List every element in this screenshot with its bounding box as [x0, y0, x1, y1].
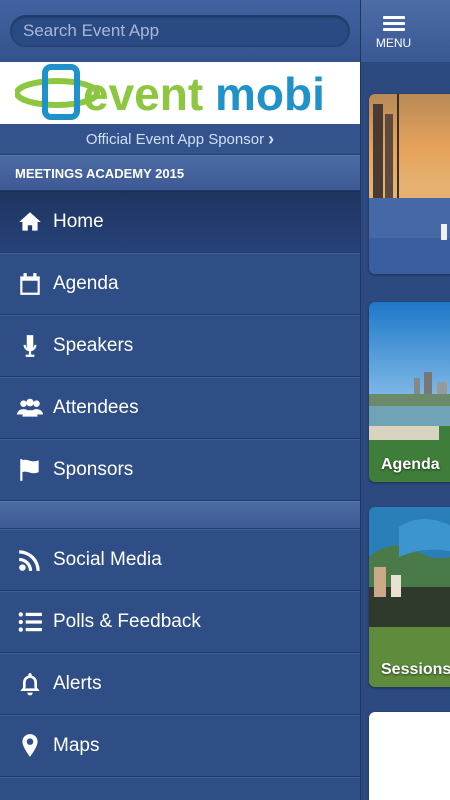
home-icon — [15, 207, 45, 237]
eventmobi-logo: event mobi — [15, 63, 345, 123]
nav-label-home: Home — [53, 211, 104, 232]
nav-item-sponsors[interactable]: Sponsors — [0, 439, 360, 501]
bell-icon — [15, 669, 45, 699]
search-input[interactable] — [10, 15, 350, 47]
sidebar-menu: event mobi Official Event App Sponsor › … — [0, 0, 361, 800]
nav-item-maps[interactable]: Maps — [0, 715, 360, 777]
nav-label-polls-feedback: Polls & Feedback — [53, 611, 201, 632]
nav-item-alerts[interactable]: Alerts — [0, 653, 360, 715]
eventmobi-logo-graphic: event mobi — [15, 64, 325, 120]
sponsor-banner[interactable]: event mobi — [0, 62, 360, 124]
tile-label-agenda: Agenda — [381, 456, 440, 473]
nav-item-polls-feedback[interactable]: Polls & Feedback — [0, 591, 360, 653]
tile-image-sunset — [369, 94, 450, 274]
microphone-icon — [15, 331, 45, 361]
sponsor-link-label: Official Event App Sponsor — [85, 130, 265, 148]
nav-label-sponsors: Sponsors — [53, 459, 134, 480]
nav-label-social-media: Social Media — [53, 549, 162, 570]
menu-button[interactable]: MENU — [364, 0, 424, 62]
rss-icon — [15, 545, 45, 575]
flag-icon — [15, 455, 45, 485]
nav-label-agenda: Agenda — [53, 273, 119, 294]
people-icon — [15, 393, 45, 423]
nav-item-social-media[interactable]: Social Media — [0, 529, 360, 591]
tile-image-waterfront — [369, 302, 450, 482]
nav-label-attendees: Attendees — [53, 397, 139, 418]
tile-sessions[interactable]: Sessions — [369, 507, 450, 687]
hamburger-icon — [382, 13, 405, 34]
nav-label-speakers: Speakers — [53, 335, 134, 356]
nav-item-speakers[interactable]: Speakers — [0, 315, 360, 377]
tile-agenda[interactable]: Agenda — [369, 302, 450, 482]
nav-item-home[interactable]: Home — [0, 191, 360, 253]
nav-label-alerts: Alerts — [53, 673, 102, 694]
list-icon — [15, 607, 45, 637]
nav-item-attendees[interactable]: Attendees — [0, 377, 360, 439]
menu-label: MENU — [375, 35, 412, 50]
tile-home-banner[interactable] — [369, 94, 450, 274]
nav-label-maps: Maps — [53, 735, 100, 756]
tile-next[interactable] — [369, 712, 450, 800]
map-pin-icon — [15, 731, 45, 761]
main-panel: MENU Agenda Sessions — [361, 0, 450, 800]
top-bar: MENU — [361, 0, 450, 62]
nav-divider — [0, 501, 360, 529]
tile-label-sessions: Sessions — [381, 661, 450, 678]
search-bar — [0, 0, 360, 62]
logo-text-event: event — [83, 68, 203, 120]
nav-item-more[interactable] — [0, 777, 360, 800]
chevron-right-icon: › — [268, 128, 275, 149]
calendar-icon — [15, 269, 45, 299]
nav-item-agenda[interactable]: Agenda — [0, 253, 360, 315]
logo-text-mobi: mobi — [215, 68, 325, 120]
tile-image-cafe — [369, 507, 450, 687]
sponsor-link[interactable]: Official Event App Sponsor › — [0, 124, 360, 155]
event-title: MEETINGS ACADEMY 2015 — [0, 155, 360, 191]
